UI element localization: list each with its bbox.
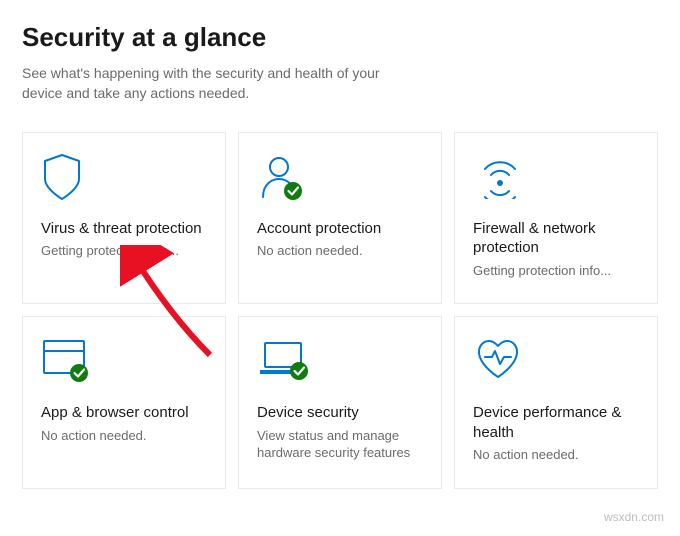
tile-status: View status and manage hardware security… [257, 427, 425, 462]
tile-device-security[interactable]: Device security View status and manage h… [238, 316, 442, 489]
tile-status: Getting protection info... [41, 242, 209, 260]
tile-title: Device security [257, 403, 425, 423]
wifi-icon [473, 153, 641, 207]
tile-status: No action needed. [257, 242, 425, 260]
tile-status: No action needed. [473, 446, 641, 464]
tiles-grid: Virus & threat protection Getting protec… [22, 132, 658, 489]
tile-firewall-network[interactable]: Firewall & network protection Getting pr… [454, 132, 658, 305]
account-icon [257, 153, 425, 207]
tile-title: Firewall & network protection [473, 219, 641, 258]
laptop-icon [257, 337, 425, 391]
tile-title: App & browser control [41, 403, 209, 423]
tile-title: Account protection [257, 219, 425, 239]
heart-icon [473, 337, 641, 391]
page-subtitle: See what's happening with the security a… [22, 63, 402, 104]
tile-account-protection[interactable]: Account protection No action needed. [238, 132, 442, 305]
watermark: wsxdn.com [604, 510, 664, 524]
tile-title: Device performance & health [473, 403, 641, 442]
page-title: Security at a glance [22, 22, 658, 53]
browser-icon [41, 337, 209, 391]
tile-device-performance[interactable]: Device performance & health No action ne… [454, 316, 658, 489]
tile-app-browser[interactable]: App & browser control No action needed. [22, 316, 226, 489]
tile-title: Virus & threat protection [41, 219, 209, 239]
tile-status: Getting protection info... [473, 262, 641, 280]
tile-status: No action needed. [41, 427, 209, 445]
shield-icon [41, 153, 209, 207]
tile-virus-threat[interactable]: Virus & threat protection Getting protec… [22, 132, 226, 305]
